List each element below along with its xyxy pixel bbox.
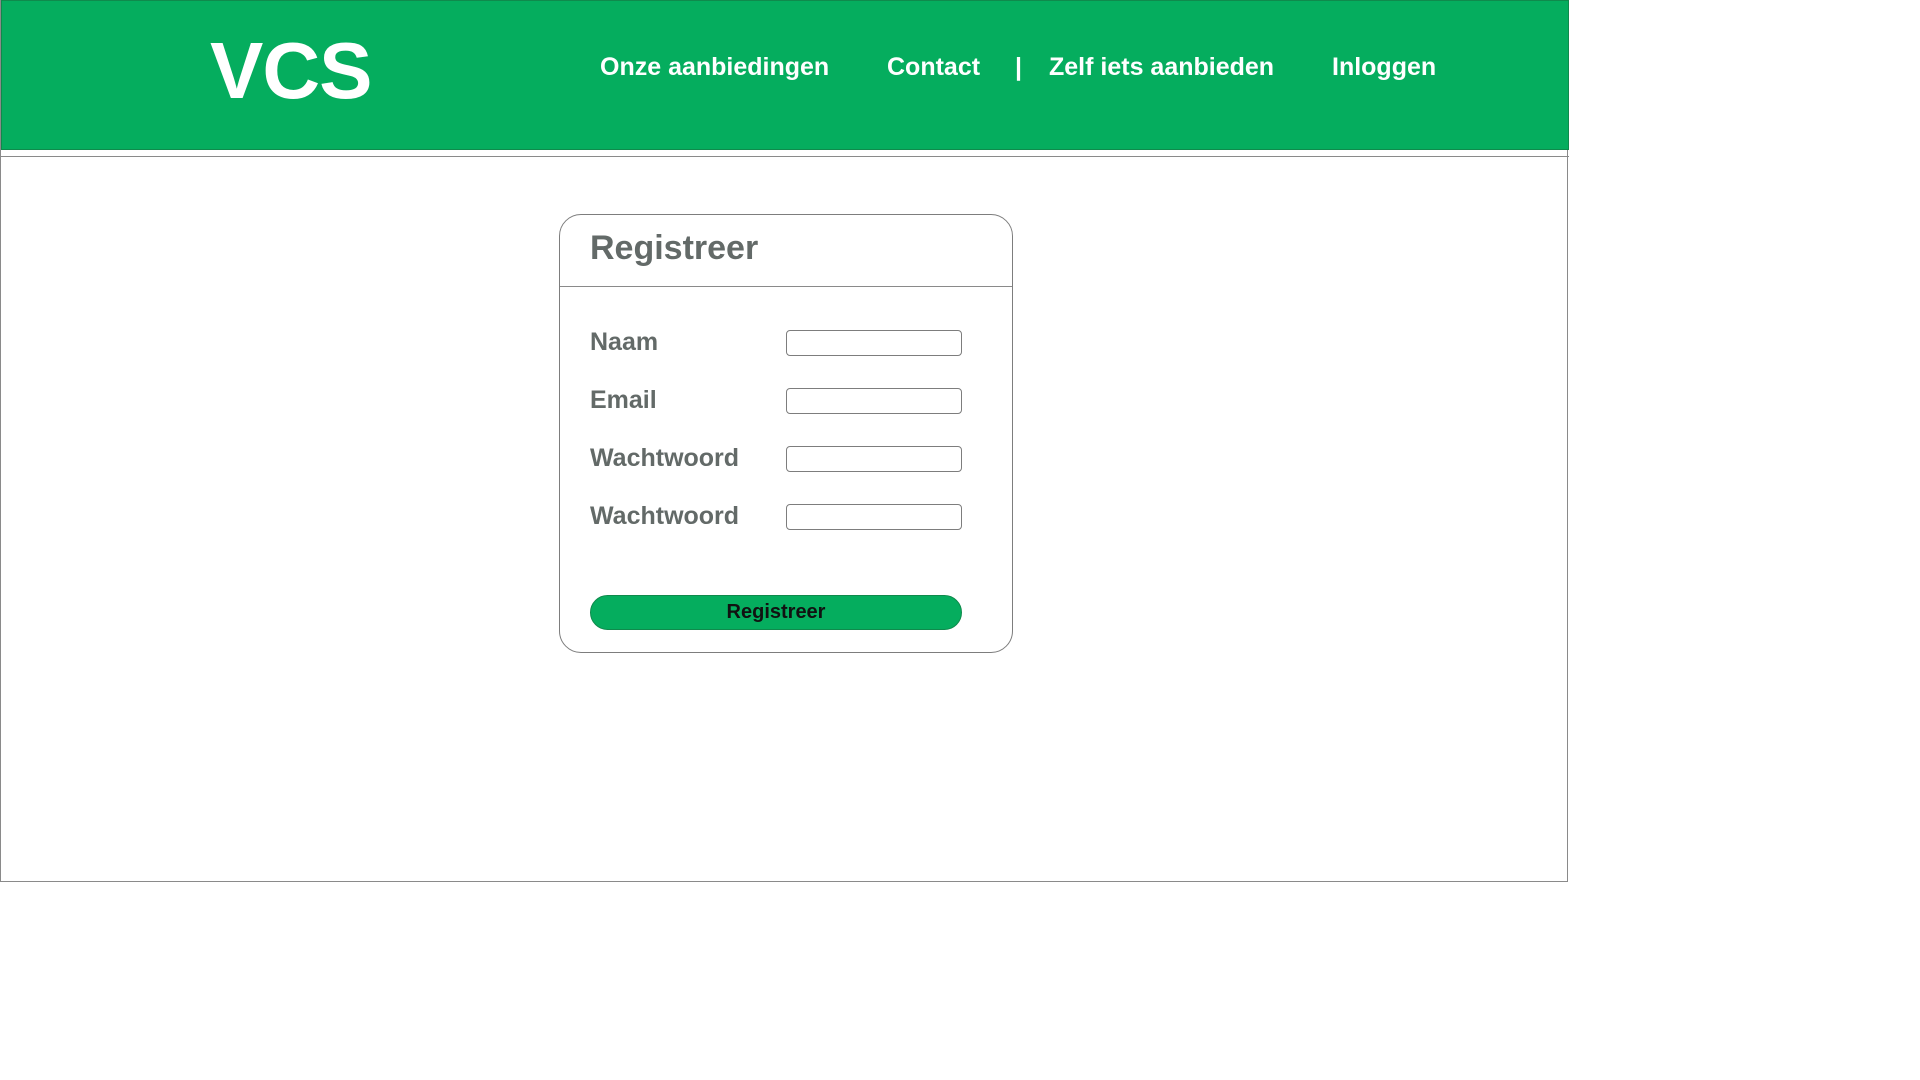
card-title-divider [560, 286, 1012, 287]
password-confirm-field[interactable] [786, 504, 962, 530]
nav-link-login[interactable]: Inloggen [1332, 49, 1436, 85]
header-divider [1, 156, 1569, 157]
register-title: Registreer [590, 229, 759, 267]
email-field[interactable] [786, 388, 962, 414]
password-confirm-label: Wachtwoord [590, 502, 740, 530]
email-label: Email [590, 386, 657, 414]
name-label: Naam [590, 328, 659, 356]
name-field[interactable] [786, 330, 962, 356]
password-field[interactable] [786, 446, 962, 472]
password-label: Wachtwoord [590, 444, 740, 472]
nav-link-offer-yourself[interactable]: Zelf iets aanbieden [1049, 49, 1274, 85]
site-logo[interactable]: VCS [210, 21, 372, 121]
page: VCS Onze aanbiedingen Contact | Zelf iet… [0, 0, 1569, 882]
site-header: VCS Onze aanbiedingen Contact | Zelf iet… [1, 0, 1569, 150]
register-button[interactable]: Registreer [590, 595, 962, 630]
nav-separator: | [1015, 53, 1022, 81]
nav-link-offers[interactable]: Onze aanbiedingen [600, 49, 829, 85]
nav-link-contact[interactable]: Contact [887, 49, 980, 85]
register-form-card: Registreer Naam Email Wachtwoord Wachtwo… [559, 214, 1013, 653]
